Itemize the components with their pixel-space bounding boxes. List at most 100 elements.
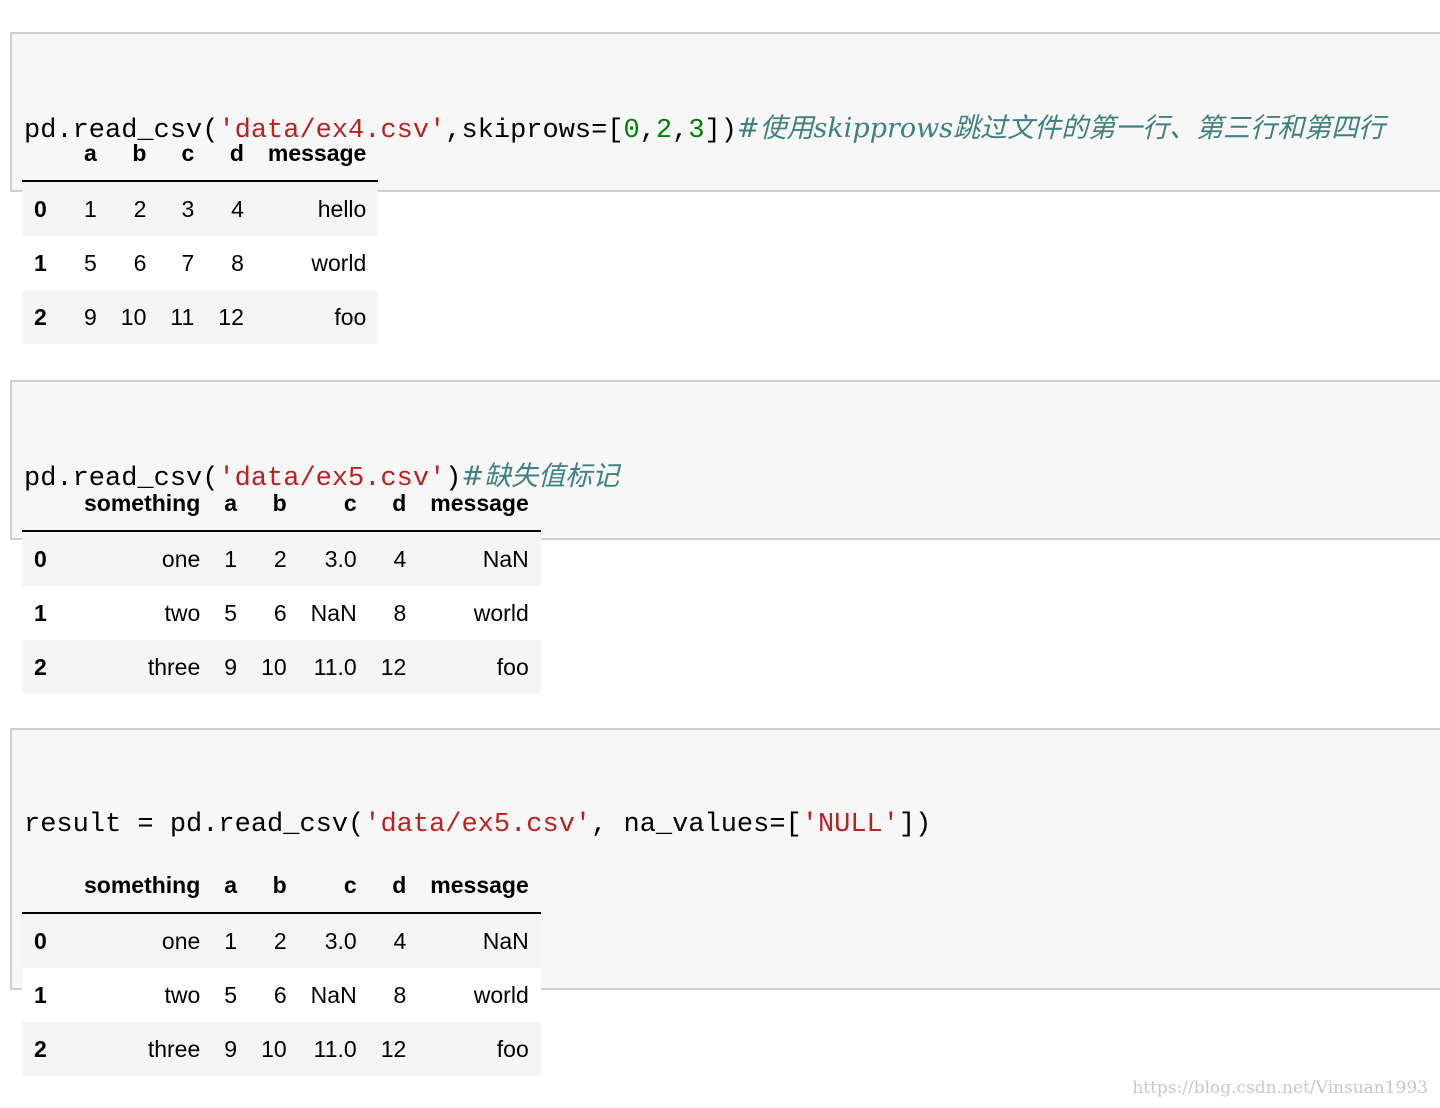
index-header (22, 126, 72, 181)
table-cell: 4 (231, 195, 244, 222)
table-cell: 10 (120, 303, 147, 330)
table-cell: 2 (273, 927, 287, 954)
output-table-1: a b c d message 0 1 2 3 4 hello 1 5 6 7 8 world 2 9 10 11 12 f… (22, 126, 379, 344)
column-header: d (229, 139, 244, 166)
column-header: d (392, 489, 407, 516)
table-cell: 4 (393, 545, 407, 572)
table-header-row: something a b c d message (22, 476, 541, 531)
table-row: 0 one 1 2 3.0 4 NaN (22, 531, 541, 586)
row-index: 1 (34, 249, 47, 276)
table-cell: NaN (310, 981, 357, 1008)
table-cell: foo (496, 1035, 529, 1062)
index-header (22, 476, 72, 531)
code-text: , (672, 116, 689, 146)
code-number: 0 (623, 116, 640, 146)
code-line: result = pd.read_csv('data/ex5.csv', na_… (24, 808, 1440, 842)
table-row: 0 one 1 2 3.0 4 NaN (22, 913, 541, 968)
table-row: 2 three 9 10 11.0 12 foo (22, 640, 541, 694)
column-header: message (430, 871, 529, 898)
table-cell: 6 (273, 981, 287, 1008)
table-cell: 11.0 (313, 1035, 357, 1062)
code-text: result = pd.read_csv( (24, 810, 365, 840)
table-cell: 9 (224, 1035, 238, 1062)
row-index: 0 (34, 545, 47, 572)
row-index: 2 (34, 303, 47, 330)
table-cell: 1 (224, 927, 238, 954)
table-row: 2 three 9 10 11.0 12 foo (22, 1022, 541, 1076)
code-text: , na_values=[ (591, 810, 802, 840)
table-cell: foo (334, 303, 367, 330)
table-cell: one (161, 927, 201, 954)
column-header: b (272, 489, 287, 516)
table-cell: 9 (224, 653, 238, 680)
column-header: c (343, 871, 357, 898)
column-header: b (272, 871, 287, 898)
code-string: 'NULL' (801, 810, 899, 840)
column-header: something (84, 489, 201, 516)
code-string: 'data/ex5.csv' (364, 810, 592, 840)
table-cell: NaN (482, 545, 529, 572)
table-row: 1 5 6 7 8 world (22, 236, 379, 290)
watermark: https://blog.csdn.net/Vinsuan1993 (1132, 1078, 1428, 1098)
row-index: 0 (34, 195, 47, 222)
table-cell: world (473, 599, 529, 626)
index-header (22, 858, 72, 913)
table-cell: 2 (133, 195, 147, 222)
column-header: d (392, 871, 407, 898)
table-cell: world (473, 981, 529, 1008)
table-cell: one (161, 545, 201, 572)
column-header: a (224, 871, 238, 898)
table-cell: 8 (393, 599, 407, 626)
table-row: 0 1 2 3 4 hello (22, 181, 379, 236)
table-cell: 2 (273, 545, 287, 572)
table-header-row: something a b c d message (22, 858, 541, 913)
table-cell: two (164, 599, 201, 626)
table-cell: 3 (181, 195, 195, 222)
table-cell: 12 (380, 653, 407, 680)
table-cell: 5 (224, 599, 238, 626)
table-cell: 6 (133, 249, 147, 276)
table-cell: 11.0 (313, 653, 357, 680)
row-index: 1 (34, 981, 47, 1008)
table-cell: 12 (218, 303, 244, 330)
table-cell: world (311, 249, 367, 276)
table-row: 1 two 5 6 NaN 8 world (22, 586, 541, 640)
table-cell: three (147, 653, 201, 680)
output-table-2: something a b c d message 0 one 1 2 3.0 4 NaN 1 two 5 6 N… (22, 476, 541, 694)
table-cell: 9 (84, 303, 97, 330)
column-header: b (132, 139, 147, 166)
table-header-row: a b c d message (22, 126, 379, 181)
table-cell: NaN (482, 927, 529, 954)
code-text: ]) (704, 116, 737, 146)
table-cell: three (147, 1035, 201, 1062)
table-cell: hello (317, 195, 367, 222)
code-number: 3 (688, 116, 705, 146)
table-cell: 8 (393, 981, 407, 1008)
table-cell: 6 (273, 599, 287, 626)
column-header: message (267, 139, 367, 166)
row-index: 0 (34, 927, 47, 954)
column-header: a (224, 489, 238, 516)
table-cell: 1 (84, 195, 97, 222)
table-cell: 7 (181, 249, 195, 276)
table-cell: NaN (310, 599, 357, 626)
table-cell: 1 (224, 545, 238, 572)
table-row: 1 two 5 6 NaN 8 world (22, 968, 541, 1022)
column-header: a (84, 139, 97, 166)
code-text: ,skiprows=[ (445, 116, 624, 146)
table-cell: 11 (170, 303, 195, 330)
code-text: , (639, 116, 656, 146)
table-cell: 10 (261, 1035, 287, 1062)
table-cell: 12 (380, 1035, 407, 1062)
table-cell: two (164, 981, 201, 1008)
table-cell: 3.0 (324, 927, 357, 954)
row-index: 2 (34, 653, 47, 680)
row-index: 2 (34, 1035, 47, 1062)
column-header: c (181, 139, 195, 166)
table-cell: 5 (224, 981, 238, 1008)
table-cell: 5 (84, 249, 97, 276)
code-comment: #使用skipprows跳过文件的第一行、第三行和第四行 (736, 113, 1386, 144)
row-index: 1 (34, 599, 47, 626)
column-header: message (430, 489, 529, 516)
table-cell: 10 (261, 653, 287, 680)
